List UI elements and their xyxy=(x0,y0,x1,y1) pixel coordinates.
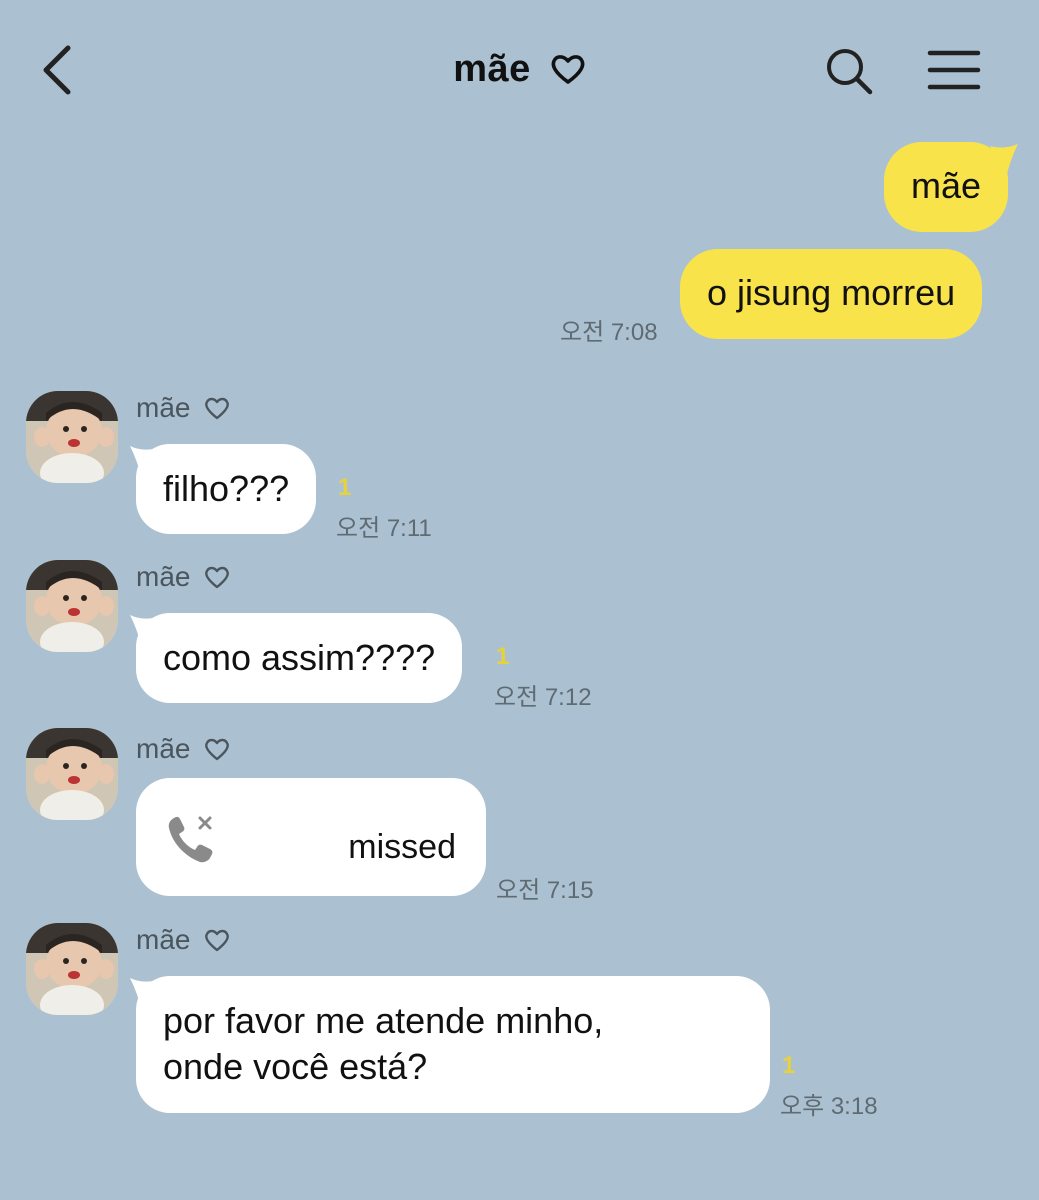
sender-name-text: mãe xyxy=(136,733,191,764)
search-button[interactable] xyxy=(824,46,874,96)
message-text: filho??? xyxy=(163,468,290,509)
unread-count: 1 xyxy=(338,474,352,501)
missed-call-icon xyxy=(168,816,213,863)
call-status-text: missed xyxy=(348,828,456,866)
incoming-message-bubble[interactable]: como assim???? xyxy=(136,613,463,703)
heart-icon xyxy=(551,55,585,84)
profile-photo xyxy=(26,391,118,483)
hamburger-menu-icon xyxy=(927,50,981,90)
unread-count: 1 xyxy=(782,1052,796,1079)
avatar[interactable] xyxy=(26,923,118,1015)
sender-name-text: mãe xyxy=(136,392,191,423)
heart-icon xyxy=(205,566,230,589)
sender-name: mãe xyxy=(136,392,230,424)
search-icon xyxy=(827,49,873,95)
heart-icon xyxy=(205,929,230,952)
avatar[interactable] xyxy=(26,560,118,652)
message-timestamp: 오후 3:18 xyxy=(780,1093,878,1120)
profile-photo xyxy=(26,923,118,1015)
sender-name-text: mãe xyxy=(136,924,191,955)
chat-header: mãe xyxy=(0,0,1039,140)
menu-button[interactable] xyxy=(926,48,982,92)
sender-name-text: mãe xyxy=(136,561,191,592)
heart-icon xyxy=(205,397,230,420)
chat-title: mãe xyxy=(0,48,1039,91)
incoming-message-bubble[interactable]: por favor me atende minho, onde você est… xyxy=(136,976,770,1113)
bubble-tail xyxy=(990,144,1018,178)
chat-title-text: mãe xyxy=(453,48,531,90)
message-text: mãe xyxy=(911,165,982,206)
message-text: o jisung morreu xyxy=(707,272,956,313)
message-timestamp: 오전 7:11 xyxy=(336,515,432,542)
missed-call-bubble[interactable]: missed xyxy=(136,778,486,896)
profile-photo xyxy=(26,728,118,820)
outgoing-message-bubble[interactable]: o jisung morreu xyxy=(680,249,983,339)
sender-name: mãe xyxy=(136,924,230,956)
sender-name: mãe xyxy=(136,733,230,765)
avatar[interactable] xyxy=(26,728,118,820)
message-text-line: por favor me atende minho, xyxy=(163,1000,604,1041)
avatar[interactable] xyxy=(26,391,118,483)
profile-photo xyxy=(26,560,118,652)
message-timestamp: 오전 7:08 xyxy=(560,319,658,346)
incoming-message-bubble[interactable]: filho??? xyxy=(136,444,317,534)
message-text: como assim???? xyxy=(163,637,436,678)
message-timestamp: 오전 7:15 xyxy=(496,877,594,904)
unread-count: 1 xyxy=(496,643,510,670)
heart-icon xyxy=(205,738,230,761)
message-timestamp: 오전 7:12 xyxy=(494,684,592,711)
message-text-line: onde você está? xyxy=(163,1046,428,1087)
sender-name: mãe xyxy=(136,561,230,593)
